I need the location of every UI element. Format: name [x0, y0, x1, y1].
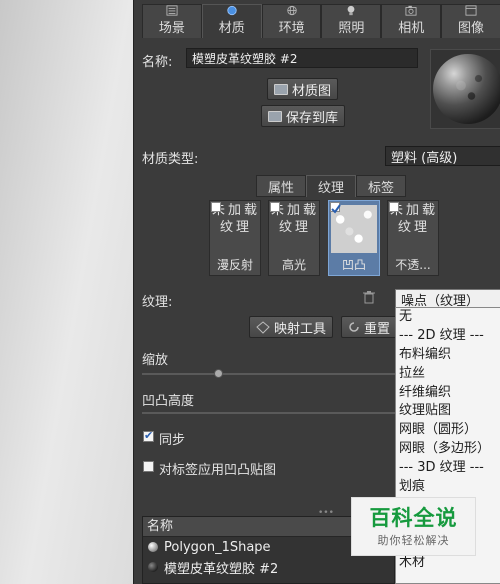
- material-dot-icon: [148, 542, 158, 552]
- bump-height-slider-track[interactable]: [142, 412, 395, 414]
- watermark-subtitle: 助你轻松解决: [377, 534, 450, 547]
- tab-scene[interactable]: 场景: [142, 4, 202, 38]
- slot-caption: 高光: [281, 258, 306, 272]
- button-label: 材质图: [292, 83, 332, 99]
- texture-label: 纹理:: [142, 295, 173, 310]
- name-label: 名称:: [142, 55, 173, 70]
- slot-checkbox-checked[interactable]: [330, 202, 341, 214]
- list-item-label: 模塑皮革纹塑胶 #2: [164, 561, 279, 577]
- material-type-label: 材质类型:: [142, 152, 199, 167]
- slot-checkbox[interactable]: [389, 202, 399, 212]
- slot-checkbox[interactable]: [270, 202, 280, 212]
- dropdown-option[interactable]: 纤维编织: [396, 384, 500, 403]
- image-icon: [465, 5, 477, 16]
- scale-slider-knob[interactable]: [214, 369, 223, 378]
- globe-icon: [286, 5, 297, 16]
- button-label: 保存到库: [286, 110, 339, 126]
- save-icon: [268, 110, 282, 122]
- bulb-icon: [348, 5, 355, 16]
- top-tab-bar: 场景 材质 环境 照明 相机 图像: [142, 4, 500, 38]
- material-library-button[interactable]: 材质图: [267, 78, 339, 100]
- subtab-texture[interactable]: 纹理: [306, 175, 357, 197]
- sync-checkbox[interactable]: [143, 429, 154, 442]
- dropdown-option[interactable]: 划痕: [396, 478, 500, 497]
- button-label: 重置: [364, 321, 391, 337]
- slot-checkbox[interactable]: [211, 202, 221, 212]
- tab-image[interactable]: 图像: [441, 4, 500, 38]
- material-icon: [227, 5, 237, 16]
- library-icon: [274, 83, 288, 95]
- tab-label: 材质: [218, 21, 245, 36]
- sub-tab-bar: 属性 纹理 标签: [256, 175, 407, 197]
- tab-camera[interactable]: 相机: [381, 4, 442, 38]
- list-item[interactable]: 模塑皮革纹塑胶 #2: [143, 557, 394, 577]
- apply-bump-to-labels-checkbox[interactable]: [143, 461, 154, 472]
- tab-lighting[interactable]: 照明: [321, 4, 382, 38]
- scale-slider-track[interactable]: [142, 373, 395, 375]
- mapping-tool-button[interactable]: 映射工具: [249, 316, 334, 338]
- tab-label: 环境: [278, 21, 305, 36]
- dropdown-option[interactable]: 网眼（圆形）: [396, 421, 500, 440]
- dropdown-option[interactable]: 无: [396, 308, 500, 327]
- subtab-properties[interactable]: 属性: [256, 175, 307, 197]
- tab-label: 照明: [338, 21, 365, 36]
- material-name-field[interactable]: 模塑皮革纹塑胶 #2: [186, 48, 418, 68]
- reset-button[interactable]: 重置: [341, 316, 398, 338]
- bump-height-label: 凹凸高度: [142, 394, 195, 409]
- texture-slot-specular[interactable]: 未加载纹理 高光: [268, 200, 320, 276]
- tab-label: 场景: [158, 21, 185, 36]
- material-type-select[interactable]: 塑料 (高级): [385, 146, 500, 166]
- preview-sphere: [433, 54, 500, 124]
- watermark-title: 百科全说: [369, 506, 458, 530]
- texture-slot-opacity[interactable]: 未加载纹理 不透...: [387, 200, 439, 276]
- apply-bump-label: 对标签应用凹凸贴图: [159, 463, 277, 478]
- slot-caption: 漫反射: [216, 258, 253, 272]
- viewport-background: [0, 0, 133, 584]
- dropdown-option[interactable]: 纹理贴图: [396, 402, 500, 421]
- dropdown-option[interactable]: 布料编织: [396, 346, 500, 365]
- mapping-icon: [256, 320, 270, 334]
- properties-panel: 场景 材质 环境 照明 相机 图像 名称: 模塑皮革纹塑胶 #2 材质图 保存到…: [133, 0, 500, 584]
- material-dot-icon: [148, 562, 158, 572]
- texture-slot-bump[interactable]: 凹凸: [328, 200, 380, 276]
- camera-icon: [405, 5, 417, 16]
- scene-icon: [166, 5, 178, 16]
- dropdown-option[interactable]: 拉丝: [396, 365, 500, 384]
- texture-type-select[interactable]: 噪点（纹理）: [395, 289, 500, 309]
- sync-label: 同步: [159, 433, 186, 448]
- material-preview: [430, 49, 500, 129]
- list-item-label: Polygon_1Shape: [164, 539, 271, 555]
- tab-label: 相机: [398, 21, 425, 36]
- scale-label: 缩放: [142, 353, 169, 368]
- reset-icon: [349, 322, 359, 332]
- trash-icon[interactable]: [363, 291, 375, 304]
- dropdown-option[interactable]: 木材: [396, 554, 500, 573]
- tab-label: 图像: [458, 21, 485, 36]
- tab-environment[interactable]: 环境: [261, 4, 322, 38]
- watermark-logo: 百科全说 助你轻松解决: [351, 497, 476, 556]
- dropdown-option[interactable]: 网眼（多边形）: [396, 440, 500, 459]
- slot-caption: 凹凸: [341, 258, 366, 272]
- dropdown-separator: --- 3D 纹理 ---: [399, 460, 484, 476]
- slot-caption: 不透...: [395, 258, 431, 272]
- save-to-library-button[interactable]: 保存到库: [261, 105, 346, 127]
- button-label: 映射工具: [274, 321, 327, 337]
- texture-slot-diffuse[interactable]: 未加载纹理 漫反射: [209, 200, 261, 276]
- subtab-labels[interactable]: 标签: [356, 175, 407, 197]
- dropdown-separator: --- 2D 纹理 ---: [399, 327, 484, 343]
- tab-material[interactable]: 材质: [201, 4, 262, 38]
